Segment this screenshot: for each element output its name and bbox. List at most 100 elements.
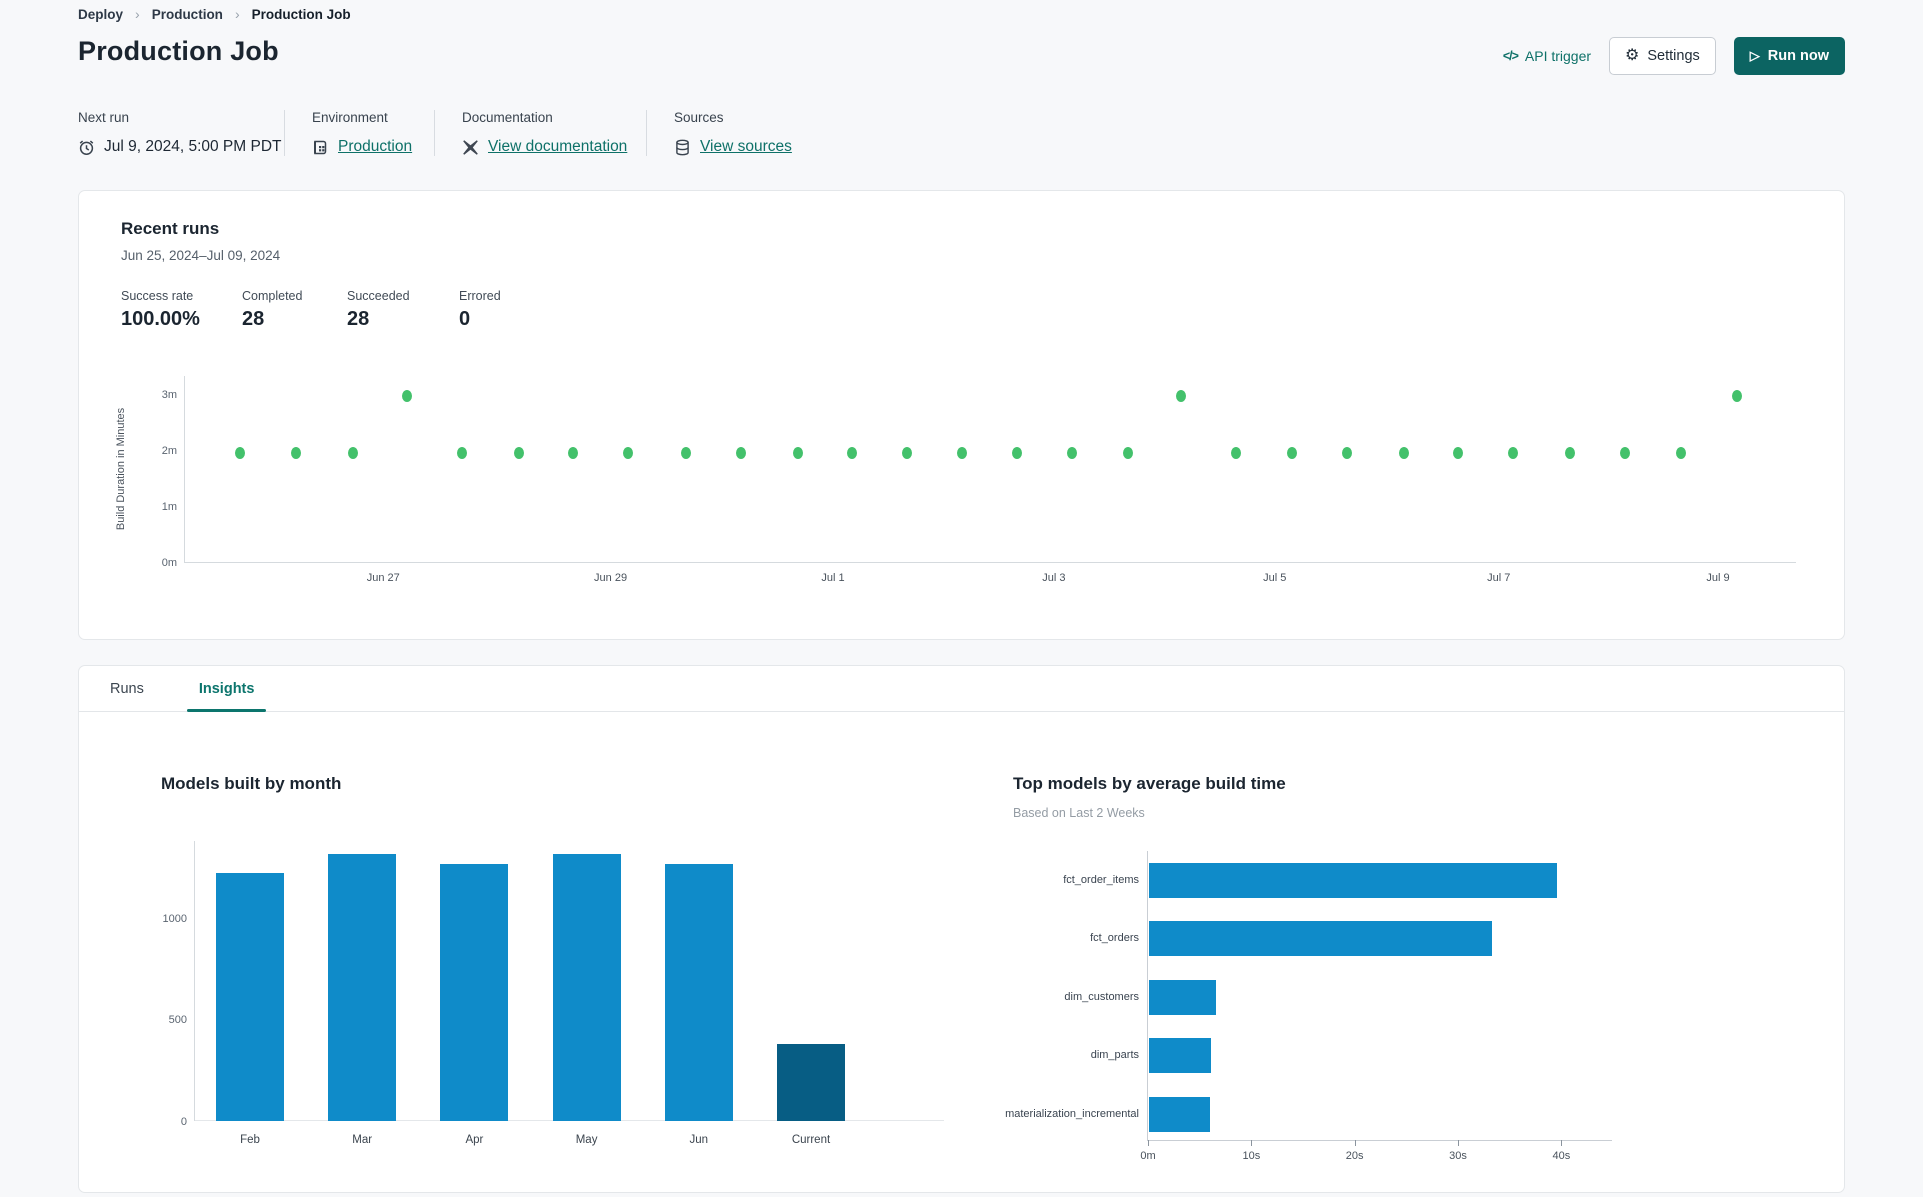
tab-runs[interactable]: Runs bbox=[98, 666, 156, 711]
stat-errored: Errored 0 bbox=[459, 289, 501, 330]
run-dot[interactable] bbox=[234, 446, 245, 459]
run-now-label: Run now bbox=[1767, 48, 1829, 64]
run-dot[interactable] bbox=[847, 446, 858, 459]
model-label: fct_order_items bbox=[1063, 874, 1139, 886]
bar-x-label: May bbox=[575, 1134, 598, 1146]
model-label: dim_customers bbox=[1064, 990, 1139, 1003]
clock-icon bbox=[78, 139, 95, 156]
breadcrumb-production[interactable]: Production bbox=[152, 7, 223, 22]
run-dot[interactable] bbox=[402, 390, 413, 403]
stat-succeeded: Succeeded 28 bbox=[347, 289, 410, 330]
month-bar[interactable] bbox=[777, 1044, 845, 1121]
view-sources-link[interactable]: View sources bbox=[700, 138, 792, 156]
model-bar[interactable] bbox=[1149, 979, 1216, 1015]
recent-runs-card: Recent runs Jun 25, 2024–Jul 09, 2024 Su… bbox=[78, 190, 1845, 640]
bar-y-tick: 500 bbox=[168, 1014, 187, 1027]
scatter-y-tick: 3m bbox=[161, 388, 177, 401]
hbar-tick-label: 10s bbox=[1242, 1150, 1261, 1162]
dbt-logo-icon bbox=[462, 139, 479, 156]
run-dot[interactable] bbox=[1564, 446, 1575, 459]
run-dot[interactable] bbox=[1287, 446, 1298, 459]
page-title: Production Job bbox=[78, 36, 279, 66]
run-dot[interactable] bbox=[1123, 446, 1134, 459]
recent-runs-stats: Success rate 100.00% Completed 28 Succee… bbox=[121, 289, 501, 331]
month-bar[interactable] bbox=[552, 854, 621, 1121]
hbar-tick-mark bbox=[1458, 1140, 1459, 1146]
run-dot[interactable] bbox=[1508, 446, 1519, 459]
top-models-hbar-chart: 0m 10s 20s 30s 40s fct_order_items fct_orders d… bbox=[1005, 851, 1612, 1162]
environment-link[interactable]: Production bbox=[338, 138, 412, 156]
bar-x-label: Jun bbox=[689, 1134, 709, 1146]
build-duration-scatter-plot: Build Duration in Minutes 0m 1m 2m 3m Jun 27… bbox=[115, 376, 1796, 584]
run-now-button[interactable]: ▷ Run now bbox=[1733, 37, 1845, 75]
models-built-chart-title: Models built by month bbox=[161, 774, 342, 793]
run-dot[interactable] bbox=[623, 446, 634, 459]
sources-label: Sources bbox=[674, 110, 724, 125]
stat-completed: Completed 28 bbox=[242, 289, 303, 330]
scatter-x-tick: Jun 29 bbox=[594, 572, 628, 584]
run-dot[interactable] bbox=[1619, 446, 1630, 459]
hbar-tick-label: 0m bbox=[1140, 1150, 1156, 1162]
recent-runs-title: Recent runs bbox=[121, 219, 220, 238]
stat-success-rate: Success rate 100.00% bbox=[121, 289, 200, 330]
scatter-y-axis-label: Build Duration in Minutes bbox=[115, 407, 127, 531]
model-label: materialization_incremental bbox=[1005, 1107, 1139, 1120]
sources-section: Sources View sources bbox=[646, 110, 792, 156]
model-bar[interactable] bbox=[1149, 1038, 1211, 1074]
run-dot[interactable] bbox=[736, 446, 747, 459]
database-icon bbox=[674, 139, 691, 156]
documentation-label: Documentation bbox=[462, 110, 553, 125]
settings-button[interactable]: ⚙ Settings bbox=[1609, 37, 1716, 75]
run-dot[interactable] bbox=[956, 446, 967, 459]
gear-icon: ⚙ bbox=[1625, 47, 1640, 64]
next-run-value: Jul 9, 2024, 5:00 PM PDT bbox=[104, 138, 282, 155]
job-info-row: Next run Jul 9, 2024, 5:00 PM PDT Enviro… bbox=[78, 110, 792, 156]
month-bar[interactable] bbox=[216, 873, 284, 1121]
scatter-y-tick: 0m bbox=[161, 557, 177, 569]
run-dot[interactable] bbox=[347, 446, 358, 459]
code-icon: </> bbox=[1502, 49, 1519, 63]
run-dot[interactable] bbox=[1453, 446, 1464, 459]
run-dot[interactable] bbox=[568, 446, 579, 459]
run-dot[interactable] bbox=[513, 446, 524, 459]
model-bar[interactable] bbox=[1149, 863, 1557, 898]
api-trigger-link[interactable]: </> API trigger bbox=[1503, 48, 1591, 64]
run-dot[interactable] bbox=[1066, 446, 1077, 459]
view-documentation-link[interactable]: View documentation bbox=[488, 138, 627, 156]
run-dot[interactable] bbox=[457, 446, 468, 459]
month-bar[interactable] bbox=[664, 864, 733, 1121]
model-label: fct_orders bbox=[1090, 932, 1139, 945]
run-dot[interactable] bbox=[1732, 390, 1743, 403]
model-label: dim_parts bbox=[1090, 1049, 1139, 1062]
run-dot[interactable] bbox=[1398, 446, 1409, 459]
next-run-label: Next run bbox=[78, 110, 130, 125]
environment-label: Environment bbox=[312, 110, 388, 125]
hbar-tick-mark bbox=[1148, 1140, 1149, 1146]
run-dot[interactable] bbox=[1176, 390, 1187, 403]
bar-x-label: Mar bbox=[352, 1134, 373, 1146]
breadcrumb-deploy[interactable]: Deploy bbox=[78, 7, 123, 22]
run-dot[interactable] bbox=[1342, 446, 1353, 459]
run-dot[interactable] bbox=[1231, 446, 1242, 459]
api-trigger-label: API trigger bbox=[1524, 48, 1592, 64]
run-dot[interactable] bbox=[681, 446, 692, 459]
top-models-chart-title: Top models by average build time bbox=[1013, 774, 1286, 793]
model-bar[interactable] bbox=[1149, 1096, 1210, 1132]
run-dot[interactable] bbox=[902, 446, 913, 459]
model-bar[interactable] bbox=[1149, 921, 1492, 957]
environment-icon bbox=[312, 139, 329, 156]
run-dot[interactable] bbox=[1675, 446, 1686, 459]
next-run-section: Next run Jul 9, 2024, 5:00 PM PDT bbox=[78, 110, 284, 156]
breadcrumb: Deploy › Production › Production Job bbox=[78, 6, 351, 22]
run-dot[interactable] bbox=[1011, 446, 1022, 459]
run-dot[interactable] bbox=[291, 446, 302, 459]
month-bar[interactable] bbox=[440, 864, 509, 1121]
scatter-x-tick: Jul 1 bbox=[821, 572, 845, 584]
recent-runs-date-range: Jun 25, 2024–Jul 09, 2024 bbox=[121, 248, 281, 263]
top-models-chart-subtitle: Based on Last 2 Weeks bbox=[1013, 806, 1145, 820]
run-dot[interactable] bbox=[792, 446, 803, 459]
tab-insights[interactable]: Insights bbox=[186, 666, 267, 712]
header-actions: </> API trigger ⚙ Settings ▷ Run now bbox=[1503, 37, 1845, 75]
scatter-x-tick: Jul 7 bbox=[1487, 572, 1511, 584]
month-bar[interactable] bbox=[328, 854, 397, 1121]
